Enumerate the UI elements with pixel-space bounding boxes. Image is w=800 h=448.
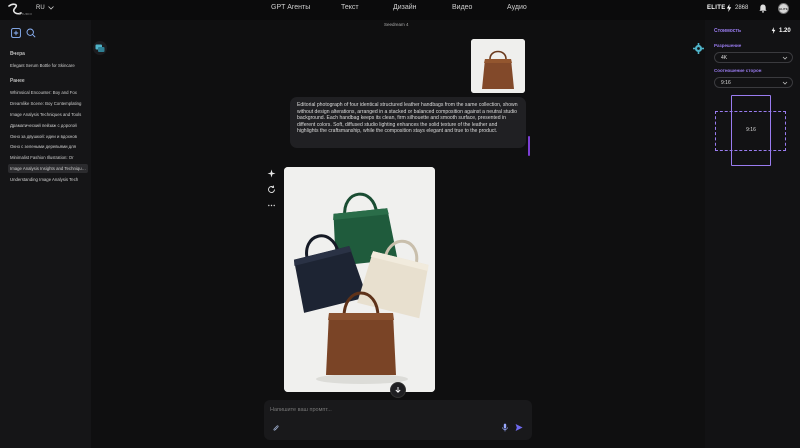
scroll-indicator[interactable] <box>528 136 530 156</box>
chat-bubbles-icon <box>95 44 105 52</box>
search-icon[interactable] <box>26 28 36 38</box>
handbags-photo <box>284 167 435 392</box>
history-item[interactable]: Understanding Image Analysis Tech <box>8 175 88 184</box>
lightning-icon <box>726 4 732 12</box>
language-selector[interactable]: RU <box>36 5 54 11</box>
plan-badge: ELITE <box>707 5 726 11</box>
aspect-ratio-select[interactable]: 9:16 <box>714 77 793 88</box>
download-icon <box>395 387 401 393</box>
aspect-ratio-preview-label: 9:16 <box>746 127 756 133</box>
section-yesterday: Вчера <box>10 51 25 57</box>
download-button[interactable] <box>390 382 406 398</box>
history-item-active[interactable]: Image Analysis Insights and Techniques <box>8 164 88 173</box>
cost-value: 1.20 <box>779 27 791 34</box>
send-icon[interactable] <box>515 423 523 432</box>
paperclip-icon[interactable] <box>272 424 280 433</box>
history-item[interactable]: Image Analysis Techniques and Tools <box>8 110 88 119</box>
history-item[interactable]: Minimalist Fashion Illustration: Or <box>8 153 88 162</box>
sparkle-icon[interactable] <box>266 169 276 179</box>
aspect-ratio-value: 9:16 <box>721 80 731 86</box>
history-item[interactable]: Окно за двушкой: идеи и вдохнов <box>8 132 88 141</box>
gear-icon <box>692 42 704 54</box>
bell-icon[interactable] <box>759 4 767 13</box>
nav-audio[interactable]: Аудио <box>507 4 527 11</box>
credits-balance: 2868 <box>735 5 749 11</box>
chat-panel-toggle[interactable] <box>93 41 107 55</box>
nav-design[interactable]: Дизайн <box>393 4 417 11</box>
resolution-value: 4K <box>721 55 728 61</box>
new-chat-icon[interactable] <box>11 28 21 38</box>
resolution-label: Разрешение <box>714 43 742 48</box>
avatar-label: ELITE <box>779 6 788 11</box>
prompt-input-box <box>264 400 532 440</box>
generated-image[interactable] <box>284 167 435 392</box>
chat-area: Seedream 4 Editorial photograph of four … <box>91 20 705 448</box>
language-label: RU <box>36 5 45 11</box>
lightning-icon <box>771 27 776 34</box>
nav-video[interactable]: Видео <box>452 4 472 11</box>
model-name: Seedream 4 <box>384 22 409 27</box>
logo-subtitle: STUDIO <box>19 12 33 16</box>
user-prompt-message: Editorial photograph of four identical s… <box>290 97 526 148</box>
chevron-down-icon <box>782 56 788 60</box>
cost-label: Стоимость <box>714 28 742 34</box>
settings-button[interactable] <box>691 41 705 55</box>
nav-text[interactable]: Текст <box>341 4 359 11</box>
refresh-icon[interactable] <box>266 185 276 195</box>
microphone-icon[interactable] <box>501 423 509 432</box>
section-earlier: Ранее <box>10 78 25 84</box>
reference-image[interactable] <box>471 39 525 93</box>
aspect-ratio-label: Соотношение сторон <box>714 68 762 73</box>
handbag-thumbnail <box>471 39 525 93</box>
top-bar: STUDIO RU GPT Агенты Текст Дизайн Видео … <box>0 0 800 20</box>
resolution-select[interactable]: 4K <box>714 52 793 63</box>
history-item[interactable]: Dreamlike Scene: Boy Contemplating <box>8 99 88 108</box>
settings-panel: Стоимость 1.20 Разрешение 4K Соотношение… <box>692 20 800 448</box>
history-item[interactable]: Окно с зелеными деревьями для <box>8 142 88 151</box>
prompt-input[interactable] <box>270 405 470 415</box>
history-item[interactable]: Драматический пейзаж с дорогой <box>8 121 88 130</box>
history-sidebar: Вчера Elegant Serum Bottle for Skincare … <box>0 20 91 448</box>
history-item[interactable]: Whimsical Encounter: Boy and Fox <box>8 88 88 97</box>
chevron-down-icon <box>782 81 788 85</box>
cost-value-group: 1.20 <box>771 27 791 34</box>
nav-gpt-agents[interactable]: GPT Агенты <box>271 4 310 11</box>
chevron-down-icon <box>47 6 54 10</box>
history-item[interactable]: Elegant Serum Bottle for Skincare <box>8 61 88 70</box>
avatar[interactable]: ELITE <box>778 3 789 14</box>
more-icon[interactable] <box>266 201 276 211</box>
